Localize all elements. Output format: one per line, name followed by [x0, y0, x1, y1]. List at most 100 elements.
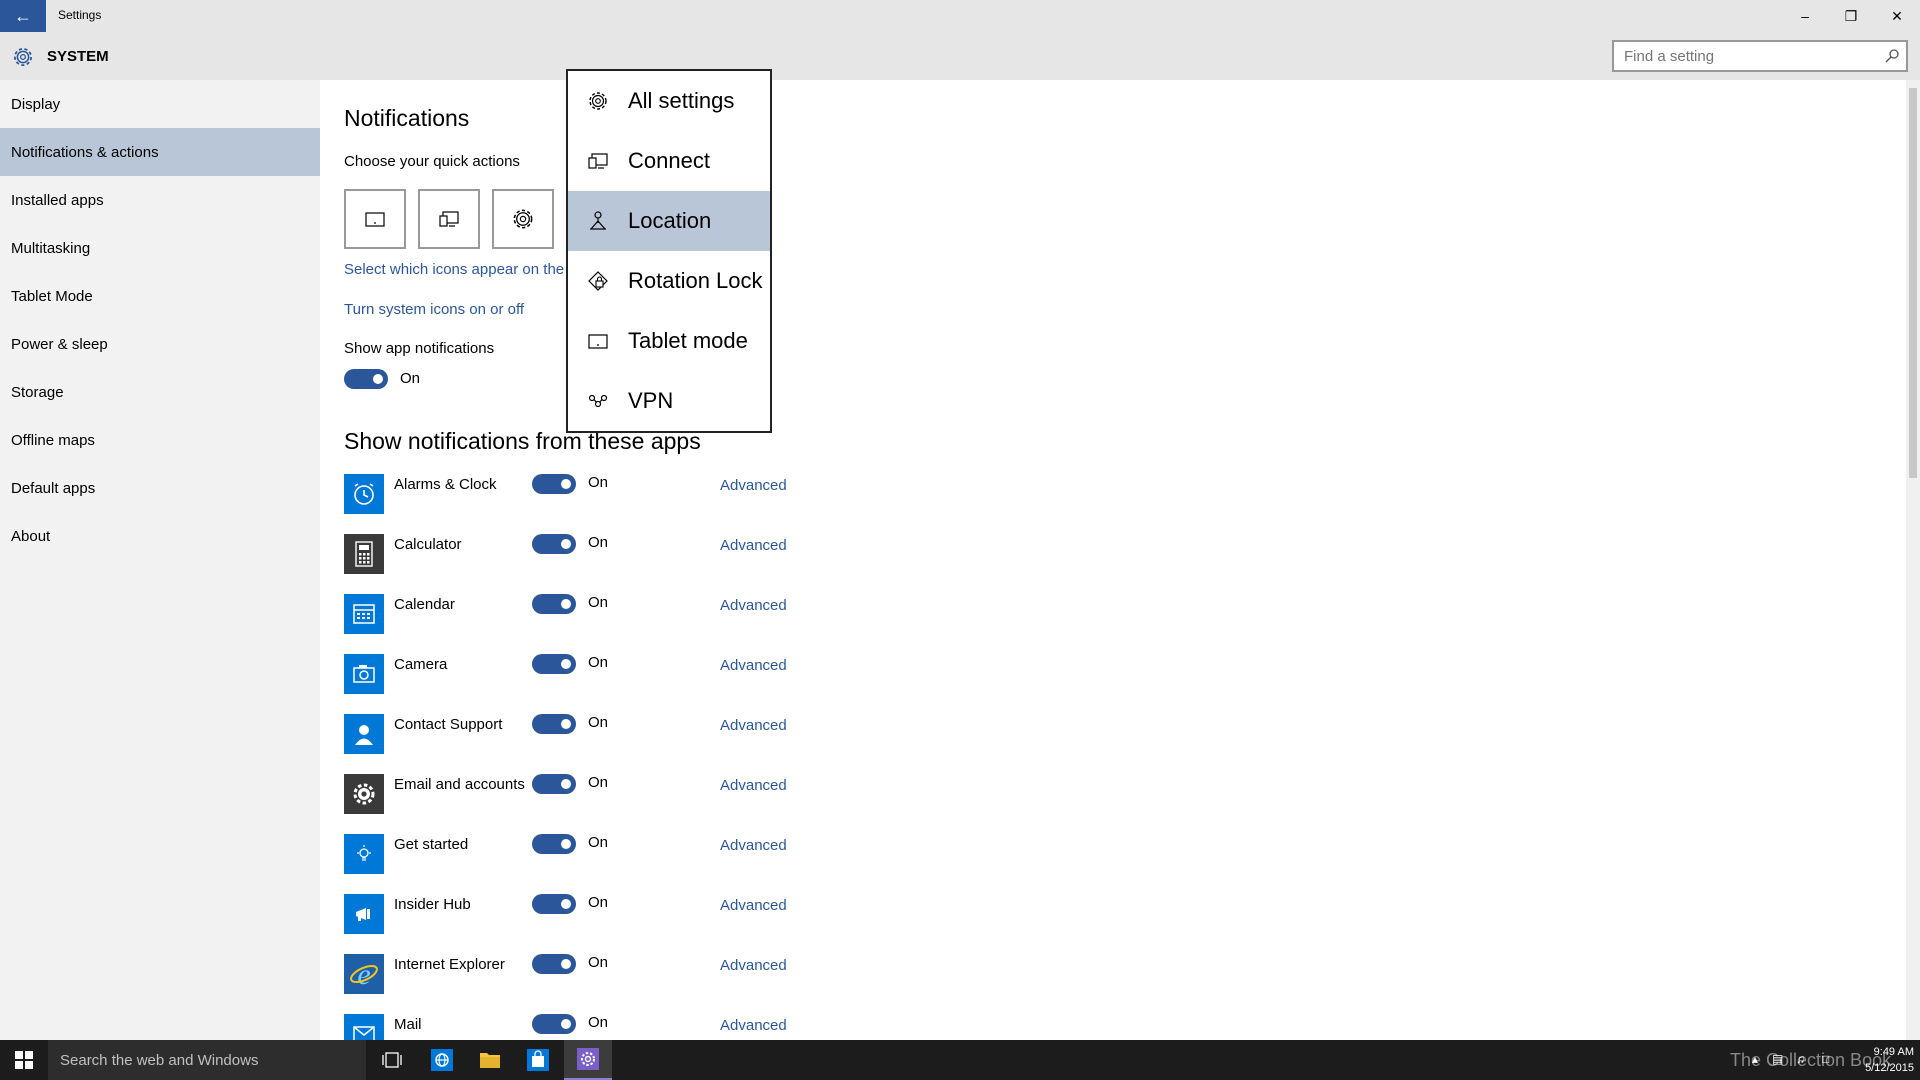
taskbar-settings-button[interactable] — [564, 1040, 612, 1080]
advanced-link[interactable]: Advanced — [720, 897, 787, 914]
app-row-contact-support: Contact Support On Advanced — [344, 714, 844, 763]
app-notifications-toggle[interactable] — [532, 474, 576, 494]
advanced-link[interactable]: Advanced — [720, 597, 787, 614]
quick-action-tile-connect[interactable] — [418, 189, 480, 249]
sidebar-item-tablet-mode[interactable]: Tablet Mode — [0, 272, 320, 320]
taskbar-search-box[interactable]: Search the web and Windows — [48, 1040, 366, 1080]
app-name: Insider Hub — [394, 896, 471, 913]
scrollbar-thumb[interactable] — [1909, 88, 1917, 478]
svg-text:e: e — [357, 958, 370, 990]
tablet-icon — [588, 334, 608, 349]
sidebar: Display Notifications & actions Installe… — [0, 80, 320, 1040]
toggle-state-label: On — [588, 894, 609, 911]
gear-icon — [14, 48, 32, 66]
show-app-notifications-toggle[interactable] — [344, 369, 388, 389]
advanced-link[interactable]: Advanced — [720, 957, 787, 974]
sidebar-item-multitasking[interactable]: Multitasking — [0, 224, 320, 272]
email-accounts-gear-icon — [344, 774, 384, 814]
back-arrow-icon: ← — [14, 5, 32, 26]
sidebar-item-about[interactable]: About — [0, 512, 320, 560]
connect-icon — [588, 153, 608, 169]
search-field[interactable] — [1612, 40, 1908, 72]
app-row-camera: Camera On Advanced — [344, 654, 844, 703]
sidebar-item-offline-maps[interactable]: Offline maps — [0, 416, 320, 464]
advanced-link[interactable]: Advanced — [720, 837, 787, 854]
sidebar-item-installed-apps[interactable]: Installed apps — [0, 176, 320, 224]
sidebar-item-power-sleep[interactable]: Power & sleep — [0, 320, 320, 368]
alarm-clock-icon — [344, 474, 384, 514]
quick-action-tile-all-settings[interactable] — [492, 189, 554, 249]
location-icon — [590, 211, 606, 230]
toggle-state-label: On — [588, 654, 609, 671]
back-button[interactable]: ← — [0, 0, 46, 32]
toggle-state-label: On — [588, 774, 609, 791]
taskbar-file-explorer-button[interactable] — [466, 1040, 514, 1080]
menu-item-vpn[interactable]: VPN — [568, 371, 770, 431]
minimize-button[interactable]: – — [1782, 0, 1828, 32]
app-row-get-started: Get started On Advanced — [344, 834, 844, 883]
advanced-link[interactable]: Advanced — [720, 1017, 787, 1034]
action-center-icon[interactable]: □ — [1822, 1052, 1829, 1066]
sidebar-item-label: Storage — [11, 383, 64, 401]
menu-item-tablet-mode[interactable]: Tablet mode — [568, 311, 770, 371]
menu-item-connect[interactable]: Connect — [568, 131, 770, 191]
vpn-icon — [588, 394, 608, 408]
app-notifications-toggle[interactable] — [532, 714, 576, 734]
gear-icon — [589, 92, 607, 110]
search-input[interactable] — [1614, 42, 1864, 70]
menu-item-label: Rotation Lock — [628, 268, 763, 293]
app-notifications-toggle[interactable] — [532, 954, 576, 974]
taskbar-store-button[interactable] — [514, 1040, 562, 1080]
gear-icon — [513, 209, 533, 229]
taskbar: Search the web and Windows The Collectio… — [0, 1040, 1920, 1080]
advanced-link[interactable]: Advanced — [720, 477, 787, 494]
search-icon[interactable] — [1884, 48, 1900, 64]
toggle-state-label: On — [588, 834, 609, 851]
app-notifications-toggle[interactable] — [532, 534, 576, 554]
app-notifications-toggle[interactable] — [532, 594, 576, 614]
sidebar-item-storage[interactable]: Storage — [0, 368, 320, 416]
menu-item-label: All settings — [628, 88, 735, 113]
close-button[interactable]: ✕ — [1874, 0, 1920, 32]
title-bar: ← Settings – ❐ ✕ — [0, 0, 1920, 32]
sidebar-item-display[interactable]: Display — [0, 80, 320, 128]
advanced-link[interactable]: Advanced — [720, 777, 787, 794]
start-button[interactable] — [0, 1040, 48, 1080]
app-notifications-toggle[interactable] — [532, 1014, 576, 1034]
taskbar-browser-button[interactable] — [418, 1040, 466, 1080]
connect-icon — [439, 211, 459, 227]
task-view-button[interactable] — [368, 1040, 416, 1080]
app-notifications-toggle[interactable] — [532, 894, 576, 914]
advanced-link[interactable]: Advanced — [720, 657, 787, 674]
vertical-scrollbar[interactable] — [1906, 80, 1920, 1040]
app-name: Internet Explorer — [394, 956, 505, 973]
sidebar-item-label: About — [11, 527, 51, 545]
sidebar-item-notifications-actions[interactable]: Notifications & actions — [0, 128, 320, 176]
volume-icon[interactable]: ♫ — [1796, 1052, 1805, 1066]
menu-item-location[interactable]: Location — [568, 191, 770, 251]
select-icons-link[interactable]: Select which icons appear on the — [344, 261, 564, 278]
tablet-icon — [365, 212, 385, 227]
menu-item-all-settings[interactable]: All settings — [568, 71, 770, 131]
app-row-calendar: Calendar On Advanced — [344, 594, 844, 643]
system-icons-link[interactable]: Turn system icons on or off — [344, 301, 524, 318]
advanced-link[interactable]: Advanced — [720, 537, 787, 554]
camera-icon — [344, 654, 384, 694]
quick-action-tile-tablet[interactable] — [344, 189, 406, 249]
restore-button[interactable]: ❐ — [1828, 0, 1874, 32]
internet-explorer-icon: e — [344, 954, 384, 994]
tray-overflow-icon[interactable]: ▴ — [1752, 1052, 1758, 1066]
taskbar-clock[interactable]: 9:49 AM 5/12/2015 — [1852, 1044, 1914, 1076]
app-notifications-toggle[interactable] — [532, 774, 576, 794]
menu-item-rotation-lock[interactable]: Rotation Lock — [568, 251, 770, 311]
app-notifications-toggle[interactable] — [532, 834, 576, 854]
sidebar-item-default-apps[interactable]: Default apps — [0, 464, 320, 512]
toggle-state-label: On — [588, 954, 609, 971]
network-icon[interactable]: ▤ — [1772, 1052, 1783, 1066]
sidebar-item-label: Notifications & actions — [11, 143, 159, 161]
app-row-mail: Mail On Advanced — [344, 1014, 844, 1040]
app-name: Contact Support — [394, 716, 503, 733]
app-notifications-toggle[interactable] — [532, 654, 576, 674]
folder-icon — [480, 1053, 500, 1068]
advanced-link[interactable]: Advanced — [720, 717, 787, 734]
